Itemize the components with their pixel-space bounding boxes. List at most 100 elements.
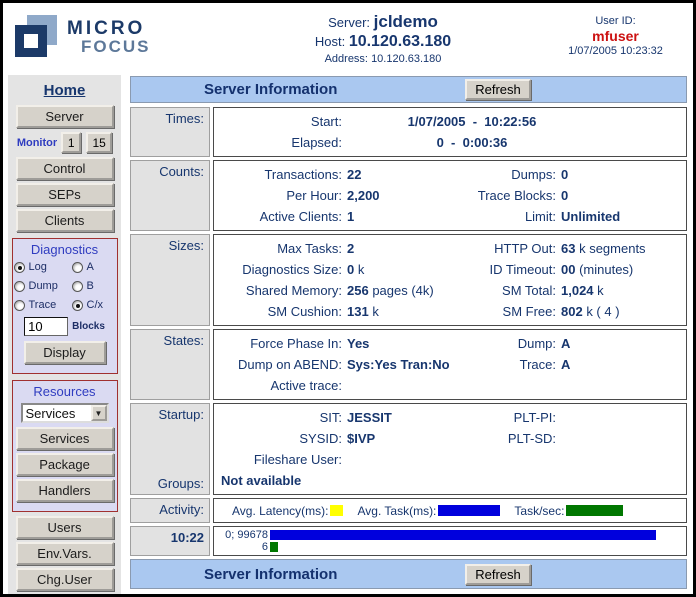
user-id-value: mfuser [538,28,693,44]
states-row: States: Force Phase In:Yes Dump:A Dump o… [130,329,687,400]
trace-blocks-value: 0 [561,188,568,203]
plt-pi-label: PLT-PI: [462,410,556,425]
clients-button[interactable]: Clients [16,209,114,232]
sysid-label: SYSID: [214,431,342,446]
resources-title: Resources [13,384,117,399]
users-button[interactable]: Users [16,516,114,539]
task-swatch [438,505,500,516]
groups-row-label: Groups: [131,476,204,491]
transactions-label: Transactions: [214,167,342,182]
radio-option-dump[interactable]: Dump [14,280,72,292]
host-label: Host: [315,34,345,49]
panel-title: Server Information [204,81,337,98]
sit-label: SIT: [214,410,342,425]
sm-total-value: 1,024 [561,283,594,298]
max-tasks-label: Max Tasks: [214,241,342,256]
id-timeout-value: 00 [561,262,575,277]
latency-swatch [330,505,343,516]
dump-on-abend-label: Dump on ABEND: [214,357,342,372]
task-per-sec-swatch [566,505,623,516]
cx-radio[interactable] [72,300,83,311]
timeline-task-value: 0; 99678 [214,529,268,541]
radio-option-log[interactable]: Log [14,261,72,273]
elapsed-value: 0 - 0:00:36 [347,135,597,150]
force-phase-in-value: Yes [347,336,369,351]
blocks-label: Blocks [72,321,105,332]
sizes-row-label: Sizes: [130,234,210,326]
panel-footer-band: Server Information Refresh [130,559,687,589]
dumps-label: Dumps: [462,167,556,182]
trace-radio[interactable] [14,300,25,311]
package-button[interactable]: Package [16,453,114,476]
refresh-button-top[interactable]: Refresh [465,79,531,100]
server-button[interactable]: Server [16,105,114,128]
counts-row-label: Counts: [130,160,210,231]
server-name: jcldemo [374,12,438,31]
activity-timeline-row: 10:22 0; 99678 6 [130,526,687,556]
monitor-controls: Monitor 1 15 [8,132,121,153]
resources-select[interactable]: Services ▼ [21,403,109,423]
services-button[interactable]: Services [16,427,114,450]
sm-free-value: 802 [561,304,583,319]
limit-label: Limit: [462,209,556,224]
http-out-label: HTTP Out: [462,241,556,256]
log-radio[interactable] [14,262,25,273]
display-button[interactable]: Display [24,341,106,364]
page-header: MICRO FOCUS Server: jcldemo Host: 10.120… [3,3,693,75]
sm-cushion-label: SM Cushion: [214,304,342,319]
timeline-series-taskpersec: 6 [214,541,686,553]
b-radio[interactable] [72,281,83,292]
diagnostics-title: Diagnostics [13,242,117,257]
active-clients-label: Active Clients: [214,209,342,224]
radio-option-cx[interactable]: C/x [72,299,116,311]
diagnostics-size-value: 0 [347,262,354,277]
envvars-button[interactable]: Env.Vars. [16,542,114,565]
seps-button[interactable]: SEPs [16,183,114,206]
timeline-series-task: 0; 99678 [214,529,686,541]
times-row-label: Times: [130,107,210,157]
transactions-value: 22 [347,167,361,182]
elapsed-label: Elapsed: [214,135,342,150]
blocks-control: Blocks [13,317,117,336]
start-value: 1/07/2005 - 10:22:56 [347,114,597,129]
address-label: Address: [325,53,368,65]
handlers-button[interactable]: Handlers [16,479,114,502]
states-row-label: States: [130,329,210,400]
blocks-input[interactable] [24,317,68,336]
logo-text-micro: MICRO [67,19,151,38]
control-button[interactable]: Control [16,157,114,180]
groups-value: Not available [214,473,301,488]
radio-option-a[interactable]: A [72,261,116,273]
monitor-1-button[interactable]: 1 [61,132,81,153]
sm-cushion-value: 131 [347,304,369,319]
diagnostics-group: Diagnostics Log A Dump [12,238,118,374]
micro-focus-logo: MICRO FOCUS [3,3,228,75]
id-timeout-label: ID Timeout: [462,262,556,277]
times-row: Times: Start:1/07/2005 - 10:22:56 Elapse… [130,107,687,157]
activity-row: Activity: Avg. Latency(ms): Avg. Task(ms… [130,498,687,523]
home-link[interactable]: Home [44,82,86,99]
refresh-button-bottom[interactable]: Refresh [465,564,531,585]
host-value: 10.120.63.180 [349,33,451,50]
fileshare-user-label: Fileshare User: [214,452,342,467]
radio-option-trace[interactable]: Trace [14,299,72,311]
active-clients-value: 1 [347,209,354,224]
radio-option-b[interactable]: B [72,280,116,292]
chevron-down-icon[interactable]: ▼ [91,405,107,421]
state-dump-label: Dump: [462,336,556,351]
legend-task-per-sec: Task/sec: [514,504,623,518]
limit-value: Unlimited [561,209,620,224]
per-hour-value: 2,200 [347,188,380,203]
startup-row: Startup: Groups: SIT:JESSIT PLT-PI: SYSI… [130,403,687,495]
a-radio[interactable] [72,262,83,273]
resources-select-value: Services [23,405,91,421]
max-tasks-value: 2 [347,241,354,256]
user-id-label: User ID: [538,15,693,27]
http-out-value: 63 [561,241,575,256]
monitor-15-button[interactable]: 15 [86,132,112,153]
diagnostics-size-label: Diagnostics Size: [214,262,342,277]
chguser-button[interactable]: Chg.User [16,568,114,591]
legend-avg-latency: Avg. Latency(ms): [232,504,343,518]
timeline-taskpersec-bar [270,542,278,552]
dump-radio[interactable] [14,281,25,292]
